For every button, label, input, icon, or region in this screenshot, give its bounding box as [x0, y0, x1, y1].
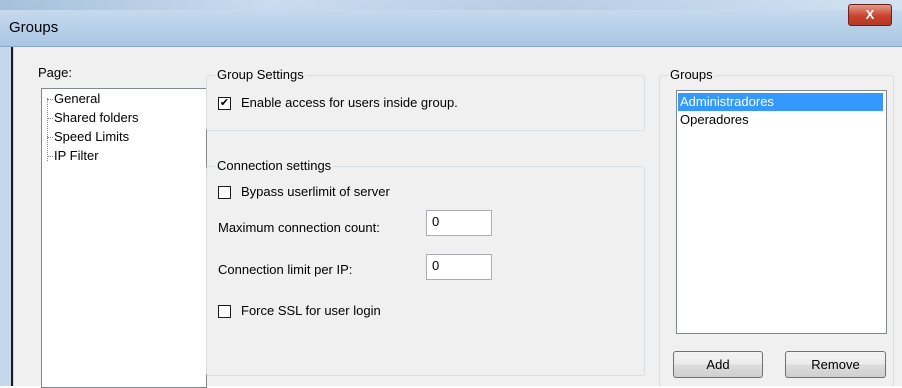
groups-list[interactable]: Administradores Operadores	[676, 90, 887, 334]
enable-access-label[interactable]: Enable access for users inside group.	[241, 95, 458, 110]
bypass-userlimit-label[interactable]: Bypass userlimit of server	[241, 184, 390, 199]
tree-item-shared-folders[interactable]: Shared folders	[54, 110, 139, 125]
page-label: Page:	[38, 65, 72, 80]
groups-legend: Groups	[668, 67, 715, 82]
title-bar: Groups X	[0, 0, 902, 47]
window-frame-left	[0, 47, 14, 386]
tree-connector	[47, 99, 53, 100]
max-connection-label: Maximum connection count:	[218, 220, 380, 235]
tree-item-speed-limits[interactable]: Speed Limits	[54, 129, 129, 144]
tree-item-ip-filter[interactable]: IP Filter	[54, 148, 99, 163]
background-window-strip	[0, 0, 902, 10]
group-settings-legend: Group Settings	[215, 67, 306, 82]
max-connection-input[interactable]: 0	[426, 210, 492, 236]
page-tree[interactable]: General Shared folders Speed Limits IP F…	[41, 88, 207, 388]
list-item[interactable]: Administradores	[678, 93, 883, 111]
window-title: Groups	[9, 19, 59, 36]
limit-per-ip-label: Connection limit per IP:	[218, 262, 353, 277]
checkmark-icon: ✔	[219, 97, 230, 109]
enable-access-checkbox[interactable]: ✔	[218, 97, 231, 110]
connection-settings-legend: Connection settings	[215, 158, 334, 173]
force-ssl-checkbox[interactable]	[218, 305, 231, 318]
remove-button[interactable]: Remove	[785, 351, 886, 378]
close-button[interactable]: X	[848, 4, 892, 26]
tree-connector	[47, 118, 53, 119]
limit-per-ip-input[interactable]: 0	[426, 254, 492, 280]
force-ssl-label[interactable]: Force SSL for user login	[241, 303, 381, 318]
tree-connector	[47, 137, 53, 138]
group-settings-box: Group Settings ✔ Enable access for users…	[206, 67, 645, 131]
add-button[interactable]: Add	[673, 351, 763, 378]
close-icon: X	[865, 7, 875, 22]
dialog-client-area: Page: General Shared folders Speed Limit…	[14, 47, 902, 388]
list-item[interactable]: Operadores	[678, 111, 883, 129]
bypass-userlimit-checkbox[interactable]	[218, 186, 231, 199]
connection-settings-box: Connection settings Bypass userlimit of …	[206, 158, 645, 376]
tree-connector	[47, 156, 53, 157]
tree-connector-line	[47, 98, 48, 161]
tree-item-general[interactable]: General	[54, 91, 100, 106]
